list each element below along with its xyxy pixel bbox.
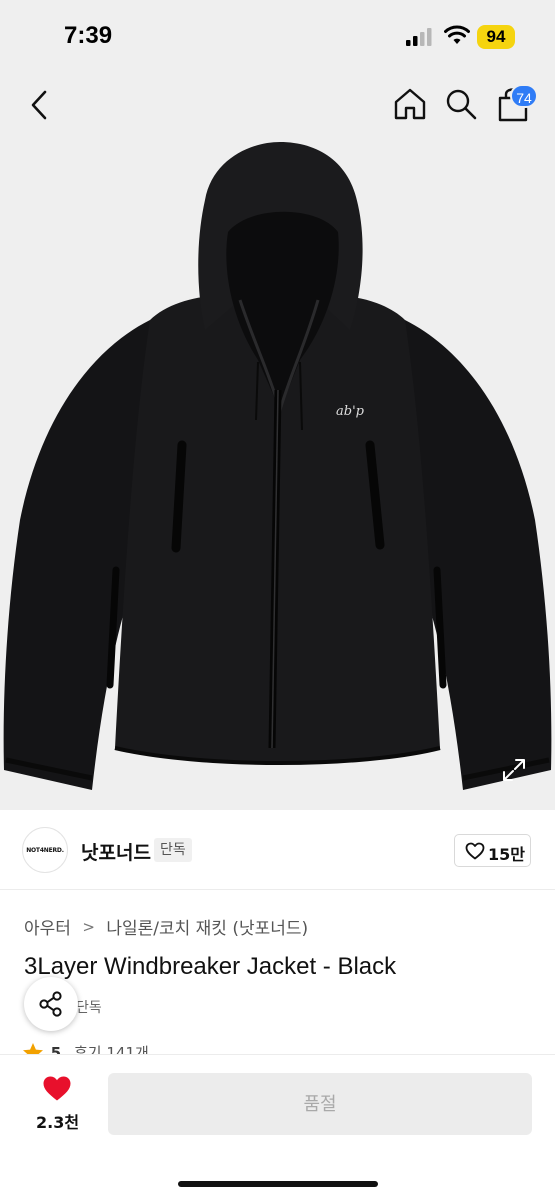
wish-count: 2.3천 bbox=[36, 1113, 80, 1132]
heart-outline-icon bbox=[465, 842, 485, 860]
breadcrumb-item[interactable]: 나일론/코치 재킷 (낫포너드) bbox=[106, 919, 308, 939]
breadcrumb: 아우터 > 나일론/코치 재킷 (낫포너드) bbox=[24, 914, 308, 940]
jacket-photo: ab'p bbox=[3, 142, 552, 790]
brand-like-count: 15만 bbox=[488, 845, 525, 864]
back-chevron-icon[interactable] bbox=[26, 88, 56, 122]
bottom-action-bar: 2.3천 품절 bbox=[0, 1054, 555, 1200]
product-image[interactable]: ab'p 7:39 94 74 bbox=[0, 0, 555, 810]
share-icon bbox=[39, 991, 62, 1017]
breadcrumb-item[interactable]: 아우터 bbox=[24, 919, 71, 939]
brand-logo[interactable]: NOT4NERD. bbox=[22, 827, 68, 873]
battery-level: 94 bbox=[477, 25, 515, 49]
brand-name[interactable]: 낫포너드 bbox=[81, 838, 151, 865]
exclusive-badge: 단독 bbox=[154, 838, 192, 862]
breadcrumb-separator: > bbox=[82, 917, 95, 936]
wifi-icon bbox=[444, 25, 470, 44]
cart-count-badge: 74 bbox=[510, 84, 538, 108]
product-exclusive-badge: 단독 bbox=[76, 1000, 102, 1016]
brand-like-button[interactable]: 15만 bbox=[454, 834, 531, 867]
product-title: 3Layer Windbreaker Jacket - Black bbox=[24, 953, 397, 980]
heart-filled-icon[interactable] bbox=[42, 1075, 72, 1102]
chest-logo: ab'p bbox=[336, 404, 365, 419]
home-indicator bbox=[178, 1181, 378, 1187]
share-button[interactable] bbox=[24, 977, 78, 1031]
home-icon[interactable] bbox=[392, 86, 428, 122]
search-icon[interactable] bbox=[444, 86, 478, 122]
status-time: 7:39 bbox=[64, 22, 113, 49]
soldout-button[interactable]: 품절 bbox=[108, 1073, 532, 1135]
signal-icon bbox=[406, 28, 432, 46]
brand-row: NOT4NERD. 낫포너드 단독 15만 bbox=[0, 810, 555, 890]
status-bar: 7:39 94 bbox=[0, 0, 555, 70]
expand-icon[interactable] bbox=[500, 756, 528, 784]
